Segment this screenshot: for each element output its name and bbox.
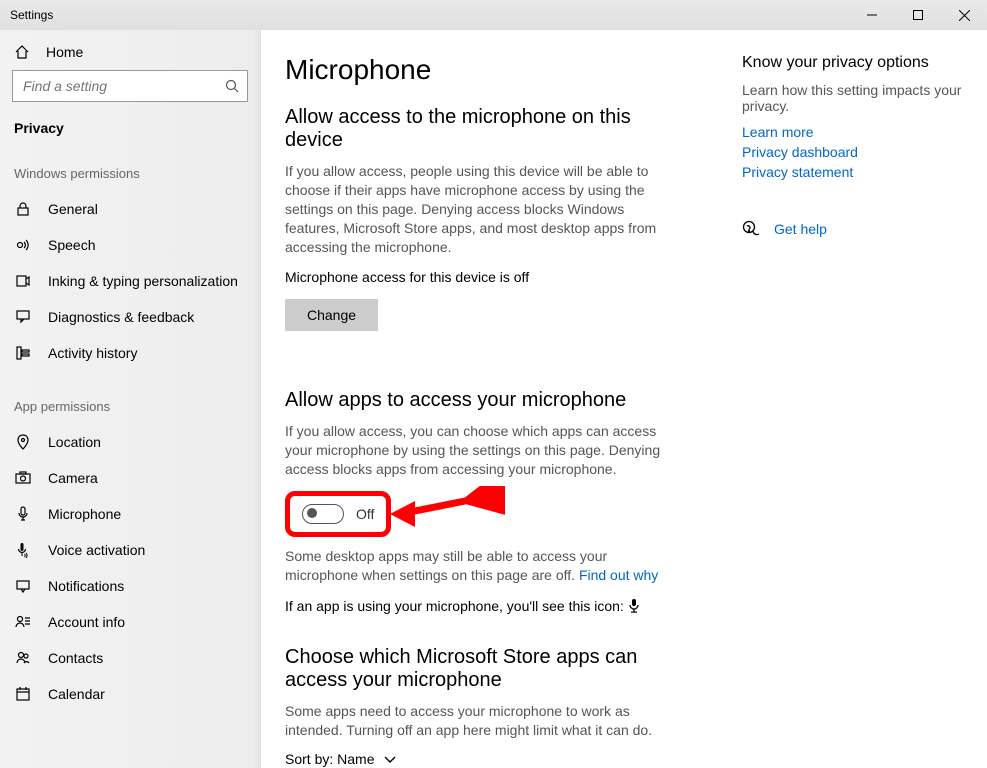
- help-icon: [742, 220, 760, 238]
- privacy-dashboard-link[interactable]: Privacy dashboard: [742, 144, 967, 160]
- microphone-indicator-icon: [628, 599, 640, 613]
- speech-icon: [14, 237, 32, 253]
- change-button[interactable]: Change: [285, 299, 378, 331]
- feedback-icon: [14, 309, 32, 325]
- notifications-icon: [14, 578, 32, 594]
- nav-contacts[interactable]: Contacts: [0, 640, 260, 676]
- account-icon: [14, 614, 32, 630]
- nav-label: Speech: [48, 237, 95, 253]
- search-input[interactable]: [21, 77, 225, 95]
- learn-more-link[interactable]: Learn more: [742, 124, 967, 140]
- nav-label: Notifications: [48, 578, 124, 594]
- close-button[interactable]: [941, 0, 987, 30]
- history-icon: [14, 345, 32, 361]
- nav-label: Activity history: [48, 345, 137, 361]
- home-nav[interactable]: Home: [0, 30, 260, 70]
- allow-apps-toggle[interactable]: [302, 504, 344, 524]
- section-description: Some apps need to access your microphone…: [285, 702, 682, 740]
- page-title: Microphone: [285, 54, 682, 86]
- category-label: Privacy: [0, 112, 260, 160]
- nav-diagnostics[interactable]: Diagnostics & feedback: [0, 299, 260, 335]
- nav-notifications[interactable]: Notifications: [0, 568, 260, 604]
- nav-label: Diagnostics & feedback: [48, 309, 194, 325]
- minimize-button[interactable]: [849, 0, 895, 30]
- maximize-button[interactable]: [895, 0, 941, 30]
- nav-label: Account info: [48, 614, 125, 630]
- side-heading: Know your privacy options: [742, 54, 967, 72]
- nav-label: General: [48, 201, 98, 217]
- side-info-panel: Know your privacy options Learn how this…: [742, 30, 987, 768]
- nav-calendar[interactable]: Calendar: [0, 676, 260, 712]
- section-heading-app-access: Allow apps to access your microphone: [285, 389, 682, 412]
- lock-icon: [14, 201, 32, 217]
- sort-by-control[interactable]: Sort by: Name: [285, 751, 682, 767]
- nav-account-info[interactable]: Account info: [0, 604, 260, 640]
- get-help-link[interactable]: Get help: [742, 220, 967, 238]
- nav-label: Location: [48, 434, 101, 450]
- nav-general[interactable]: General: [0, 191, 260, 227]
- nav-label: Voice activation: [48, 542, 145, 558]
- nav-inking[interactable]: Inking & typing personalization: [0, 263, 260, 299]
- privacy-statement-link[interactable]: Privacy statement: [742, 164, 967, 180]
- nav-location[interactable]: Location: [0, 424, 260, 460]
- section-windows-permissions: Windows permissions: [0, 160, 260, 191]
- section-app-permissions: App permissions: [0, 393, 260, 424]
- toggle-state-label: Off: [356, 506, 374, 522]
- nav-camera[interactable]: Camera: [0, 460, 260, 496]
- mic-in-use-note: If an app is using your microphone, you'…: [285, 597, 682, 616]
- desktop-apps-note: Some desktop apps may still be able to a…: [285, 547, 682, 585]
- voice-icon: [14, 542, 32, 558]
- nav-speech[interactable]: Speech: [0, 227, 260, 263]
- device-access-status: Microphone access for this device is off: [285, 268, 682, 287]
- calendar-icon: [14, 686, 32, 702]
- contacts-icon: [14, 650, 32, 666]
- find-out-why-link[interactable]: Find out why: [579, 567, 658, 583]
- window-title: Settings: [10, 8, 849, 22]
- nav-label: Contacts: [48, 650, 103, 666]
- main-content: Microphone Allow access to the microphon…: [260, 30, 742, 768]
- camera-icon: [14, 470, 32, 486]
- microphone-icon: [14, 506, 32, 522]
- section-description: If you allow access, you can choose whic…: [285, 422, 682, 479]
- home-icon: [14, 44, 30, 60]
- annotation-arrow: [385, 486, 505, 536]
- chevron-down-icon: [384, 756, 396, 764]
- nav-activity[interactable]: Activity history: [0, 335, 260, 371]
- home-label: Home: [46, 44, 83, 60]
- titlebar: Settings: [0, 0, 987, 30]
- location-icon: [14, 434, 32, 450]
- section-description: If you allow access, people using this d…: [285, 162, 682, 256]
- inking-icon: [14, 273, 32, 289]
- nav-voice-activation[interactable]: Voice activation: [0, 532, 260, 568]
- nav-label: Camera: [48, 470, 98, 486]
- sidebar: Home Privacy Windows permissions General…: [0, 30, 260, 768]
- nav-label: Calendar: [48, 686, 105, 702]
- section-heading-device-access: Allow access to the microphone on this d…: [285, 106, 682, 152]
- nav-microphone[interactable]: Microphone: [0, 496, 260, 532]
- search-box[interactable]: [12, 70, 248, 102]
- annotation-highlight: Off: [285, 491, 391, 537]
- search-icon: [225, 79, 239, 93]
- side-desc: Learn how this setting impacts your priv…: [742, 82, 967, 114]
- section-heading-store-apps: Choose which Microsoft Store apps can ac…: [285, 646, 682, 692]
- nav-label: Microphone: [48, 506, 121, 522]
- nav-label: Inking & typing personalization: [48, 273, 238, 289]
